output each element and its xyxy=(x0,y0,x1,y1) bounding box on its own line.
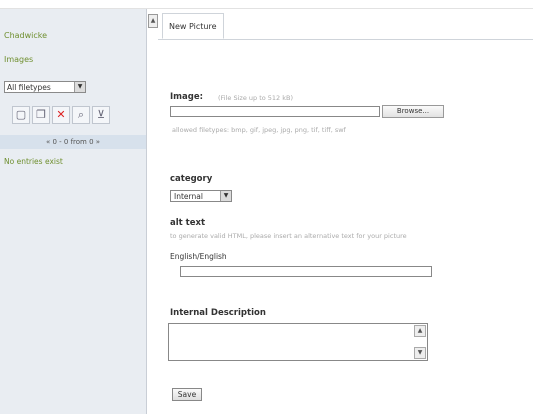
chevron-down-icon: ▼ xyxy=(220,191,231,201)
alt-text-label: alt text xyxy=(170,218,206,228)
pager[interactable]: « 0 - 0 from 0 » xyxy=(0,135,146,149)
image-label: Image: xyxy=(170,92,204,102)
description-textarea[interactable]: ▲ ▼ xyxy=(168,323,428,361)
filter-icon[interactable]: ⊻ xyxy=(92,106,110,124)
sidebar-link-chadwicke[interactable]: Chadwicke xyxy=(4,31,47,40)
save-button[interactable]: Save xyxy=(172,388,202,401)
alt-text-hint: to generate valid HTML, please insert an… xyxy=(170,232,407,240)
image-size-hint: (File Size up to 512 kB) xyxy=(218,94,294,102)
sidebar-toolbar: ▢ ❐ ✕ ⌕ ⊻ xyxy=(12,103,112,124)
tab-strip: New Picture xyxy=(158,13,533,40)
browse-button[interactable]: Browse... xyxy=(382,105,444,118)
language-label: English/English xyxy=(170,252,227,261)
sidebar: Chadwicke Images All filetypes ▼ ▢ ❐ ✕ ⌕ ⊻ «… xyxy=(0,9,147,414)
alt-text-input[interactable] xyxy=(180,266,432,277)
pager-text: « 0 - 0 from 0 » xyxy=(45,138,101,146)
chevron-down-icon: ▼ xyxy=(74,82,85,92)
copy-icon[interactable]: ❐ xyxy=(32,106,50,124)
category-label: category xyxy=(170,174,213,184)
top-border xyxy=(0,0,533,9)
search-icon[interactable]: ⌕ xyxy=(72,106,90,124)
filetype-filter-value: All filetypes xyxy=(7,83,51,92)
sidebar-link-images[interactable]: Images xyxy=(4,55,33,64)
scroll-down-icon[interactable]: ▼ xyxy=(414,347,426,359)
new-icon[interactable]: ▢ xyxy=(12,106,30,124)
empty-message: No entries exist xyxy=(4,157,63,166)
filetype-filter-select[interactable]: All filetypes ▼ xyxy=(4,81,86,93)
tab-label: New Picture xyxy=(169,22,217,31)
description-label: Internal Description xyxy=(170,308,266,318)
collapse-sidebar-button[interactable]: ▲ xyxy=(148,14,158,28)
delete-icon[interactable]: ✕ xyxy=(52,106,70,124)
tab-new-picture[interactable]: New Picture xyxy=(162,13,224,39)
save-label: Save xyxy=(177,390,197,399)
browse-label: Browse... xyxy=(396,107,430,115)
category-select[interactable]: Internal ▼ xyxy=(170,190,232,202)
image-file-input[interactable] xyxy=(170,106,380,117)
category-value: Internal xyxy=(174,192,203,201)
allowed-filetypes: allowed filetypes: bmp, gif, jpeg, jpg, … xyxy=(172,126,346,134)
scroll-up-icon[interactable]: ▲ xyxy=(414,325,426,337)
